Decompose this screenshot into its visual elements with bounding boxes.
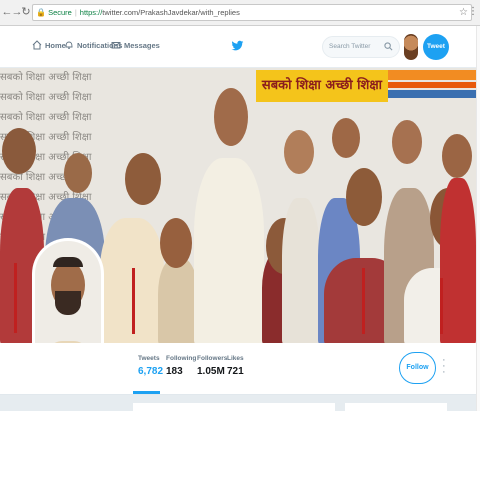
- search-placeholder: Search Twitter: [329, 43, 371, 50]
- url-protocol: https://: [79, 8, 103, 17]
- stat-likes-label: Likes: [227, 355, 244, 362]
- banner-person-head: [332, 118, 360, 158]
- browser-menu-icon[interactable]: ⋮: [468, 6, 478, 17]
- banner-stripe: [388, 82, 476, 88]
- banner-bg-line: सबको शिक्षा अच्छी शिक्षा: [0, 72, 92, 83]
- home-icon: [32, 40, 42, 50]
- address-bar[interactable]: 🔒 Secure | https://twitter.com/PrakashJavd…: [32, 4, 472, 21]
- banner-person: [194, 158, 264, 343]
- stat-tweets-value: 6,782: [138, 366, 164, 377]
- reload-icon[interactable]: ↻: [20, 5, 32, 19]
- stat-tweets[interactable]: Tweets 6,782: [138, 355, 163, 377]
- envelope-icon: [111, 42, 121, 49]
- profile-photo-hair: [53, 257, 83, 267]
- nav-home[interactable]: Home: [32, 40, 66, 50]
- twitter-topbar: Home Notifications Messages Search Twitt…: [0, 26, 480, 68]
- banner-person-head: [442, 134, 472, 178]
- banner-person: [158, 258, 198, 343]
- address-separator: |: [74, 8, 77, 17]
- lock-icon: 🔒: [36, 8, 46, 17]
- banner-person-head: [125, 153, 161, 205]
- banner-lanyard: [14, 263, 17, 333]
- stat-likes-value: 721: [227, 366, 244, 377]
- banner-stripe: [388, 90, 476, 98]
- secure-label: Secure: [48, 8, 72, 17]
- banner-person-head: [284, 130, 314, 174]
- search-icon: [384, 42, 393, 51]
- banner-person-head: [2, 128, 36, 174]
- profile-stats-bar: Tweets 6,782 Following 183 Followers 1.0…: [0, 343, 476, 395]
- browser-chrome: ← → ↻ 🔒 Secure | https://twitter.com/Praka…: [0, 0, 480, 26]
- banner-person-head: [392, 120, 422, 164]
- stat-likes[interactable]: Likes 721: [227, 355, 244, 377]
- nav-home-label: Home: [45, 40, 66, 50]
- banner-person-head: [160, 218, 192, 268]
- twitter-bird-icon[interactable]: [231, 40, 244, 52]
- stat-following[interactable]: Following 183: [166, 355, 196, 377]
- banner-lanyard: [362, 268, 365, 334]
- bell-icon: [65, 41, 73, 49]
- banner-slogan: सबको शिक्षा अच्छी शिक्षा: [256, 70, 388, 102]
- scrollbar[interactable]: [476, 26, 480, 411]
- profile-photo-beard: [55, 291, 81, 315]
- active-tab-indicator: [133, 391, 160, 394]
- follow-button[interactable]: Follow: [399, 352, 436, 384]
- banner-stripe: [388, 70, 476, 80]
- stat-tweets-label: Tweets: [138, 355, 160, 362]
- bookmark-star-icon[interactable]: ☆: [459, 5, 468, 20]
- stat-followers[interactable]: Followers 1.05M: [197, 355, 227, 377]
- nav-messages[interactable]: Messages: [111, 40, 160, 50]
- sidebar-card: [345, 403, 447, 411]
- banner-person: [282, 198, 320, 343]
- nav-messages-label: Messages: [124, 40, 160, 50]
- tweet-button[interactable]: Tweet: [423, 34, 449, 60]
- stat-followers-value: 1.05M: [197, 366, 225, 377]
- banner-person: [440, 178, 476, 343]
- search-input[interactable]: Search Twitter: [322, 36, 400, 58]
- stat-following-label: Following: [166, 355, 197, 362]
- url-text: twitter.com/PrakashJavdekar/with_replies: [102, 8, 240, 17]
- banner-person-head: [214, 88, 248, 146]
- banner-lanyard: [132, 268, 135, 334]
- stat-followers-label: Followers: [197, 355, 228, 362]
- banner-lanyard: [440, 278, 443, 334]
- more-options-icon[interactable]: · · ·: [442, 355, 446, 378]
- timeline-card: [133, 403, 335, 411]
- account-avatar[interactable]: [404, 34, 418, 60]
- banner-person-head: [64, 153, 92, 193]
- banner-person-head: [346, 168, 382, 226]
- stat-following-value: 183: [166, 366, 183, 377]
